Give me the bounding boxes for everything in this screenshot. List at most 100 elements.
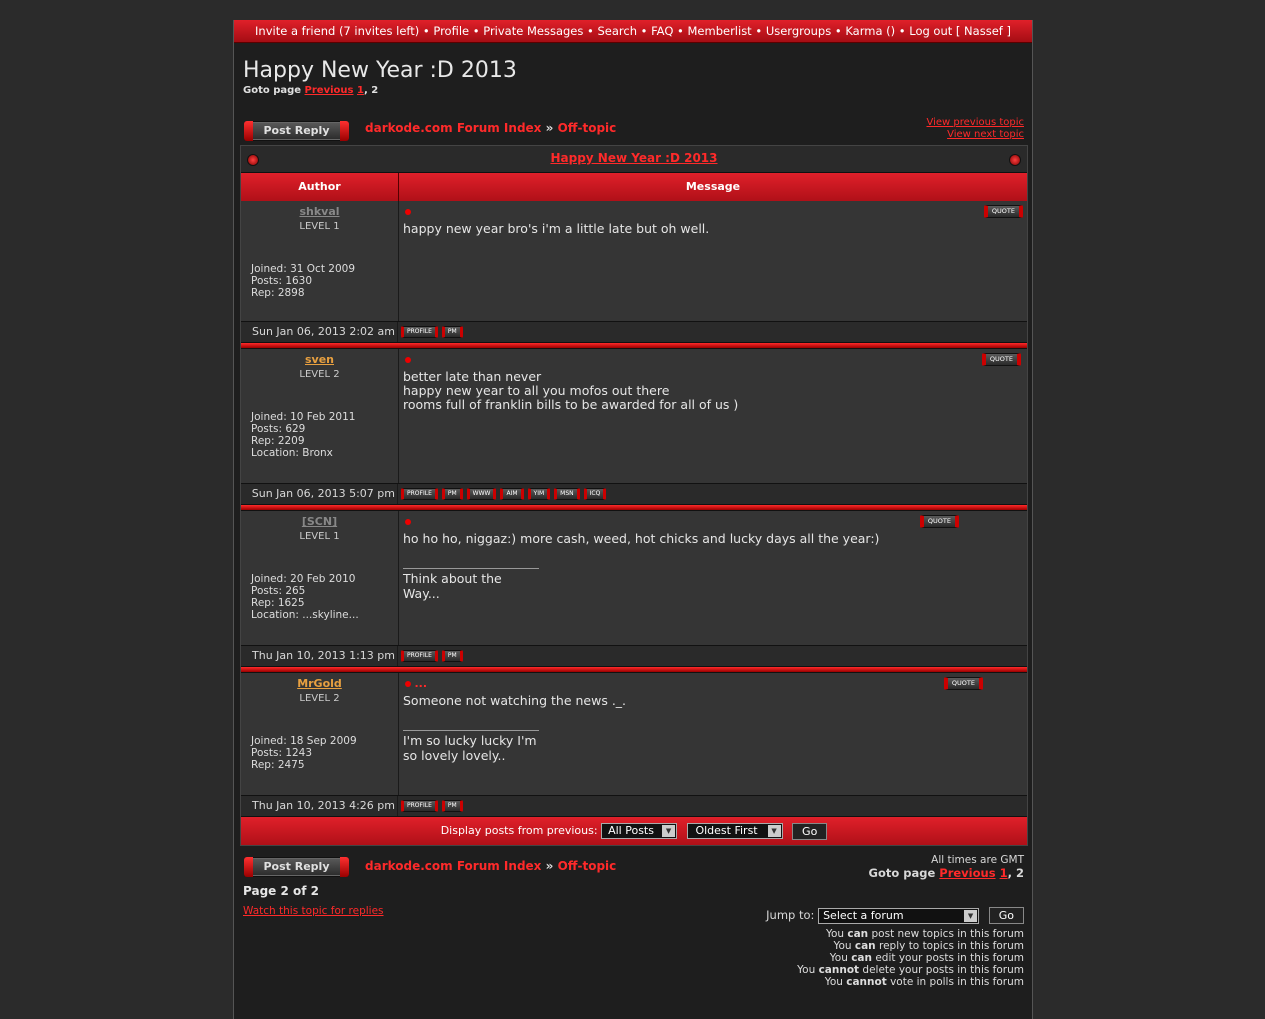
post-icq-button[interactable]: ICQ	[583, 488, 607, 500]
goto-page-bottom: Goto page Previous 1, 2	[868, 866, 1025, 880]
page-1-link-bottom[interactable]: 1	[1000, 866, 1008, 880]
nav-separator-icon: •	[751, 24, 766, 38]
author-posts: Posts: 629	[251, 423, 306, 435]
forum-index-link[interactable]: darkode.com Forum Index	[365, 121, 541, 135]
nav-link[interactable]: Log out [ Nassef ]	[909, 24, 1011, 38]
post-profile-button[interactable]: PROFILE	[401, 650, 438, 662]
post-message: ... Someone not watching the news ._. I'm …	[399, 673, 1027, 795]
nav-separator-icon: •	[469, 24, 484, 38]
nav-separator-icon: •	[583, 24, 598, 38]
author-posts: Posts: 1630	[251, 275, 313, 287]
author-posts: Posts: 265	[251, 585, 306, 597]
display-go-button[interactable]: Go	[792, 822, 828, 840]
nav-link[interactable]: Karma ()	[845, 24, 895, 38]
post: [SCN] LEVEL 1 Joined: 20 Feb 2010 Posts: 26…	[241, 511, 1027, 666]
quote-button[interactable]: QUOTE	[981, 353, 1021, 366]
post-contact-buttons: PROFILE PM	[398, 646, 466, 666]
author-posts: Posts: 1243	[251, 747, 313, 759]
signature: I'm so lucky lucky I'm so lovely lovely.…	[403, 730, 539, 763]
message-body: Someone not watching the news ._.	[403, 694, 1023, 708]
forum-permissions: You can post new topics in this forum You…	[797, 928, 1024, 988]
previous-page-link-bottom[interactable]: Previous	[939, 866, 995, 880]
post-footer: Thu Jan 10, 2013 1:13 pm PROFILE PM	[241, 645, 1027, 666]
post-pm-button[interactable]: PM	[441, 326, 463, 338]
forum-link-off-topic[interactable]: Off-topic	[558, 121, 617, 135]
post-contact-buttons: PROFILE PM	[398, 796, 466, 816]
message-line: happy new year bro's i'm a little late b…	[403, 221, 710, 236]
previous-page-link[interactable]: Previous	[305, 85, 354, 96]
author-username[interactable]: shkval	[241, 205, 398, 218]
post-reply-button-bottom[interactable]: Post Reply	[244, 857, 349, 877]
jump-go-button[interactable]: Go	[988, 907, 1024, 924]
author-username[interactable]: sven	[241, 353, 398, 366]
posts-range-select[interactable]: All Posts	[601, 823, 678, 839]
posts-list: shkval LEVEL 1 Joined: 31 Oct 2009 Posts: 1…	[241, 201, 1027, 816]
post-divider	[241, 666, 1027, 673]
author-username[interactable]: [SCN]	[241, 515, 398, 528]
message-line: rooms full of franklin bills to be award…	[403, 397, 739, 412]
message-line: Someone not watching the news ._.	[403, 693, 627, 708]
nav-link[interactable]: FAQ	[651, 24, 673, 38]
post-aim-button[interactable]: AIM	[500, 488, 524, 500]
nav-separator-icon: •	[637, 24, 652, 38]
post-pm-button[interactable]: PM	[441, 650, 463, 662]
post-author: sven LEVEL 2 Joined: 10 Feb 2011 Posts: 629…	[241, 349, 399, 483]
post-reply-button-top[interactable]: Post Reply	[244, 121, 349, 141]
nav-link[interactable]: Profile	[433, 24, 469, 38]
message-body: happy new year bro's i'm a little late b…	[403, 222, 1023, 236]
author-joined: Joined: 18 Sep 2009	[251, 735, 357, 747]
message-body: ho ho ho, niggaz:) more cash, weed, hot …	[403, 532, 1023, 546]
nav-separator-icon: •	[673, 24, 688, 38]
topic-title-link[interactable]: Happy New Year :D 2013	[550, 151, 717, 165]
post-pm-button[interactable]: PM	[441, 488, 463, 500]
view-next-topic-link[interactable]: View next topic	[926, 129, 1024, 141]
quote-button[interactable]: QUOTE	[919, 515, 959, 528]
sort-order-select[interactable]: Oldest First	[686, 823, 783, 839]
post-pm-button[interactable]: PM	[441, 800, 463, 812]
forum-index-link-bottom[interactable]: darkode.com Forum Index	[365, 859, 541, 873]
post-icon	[405, 681, 411, 687]
post-msn-button[interactable]: MSN	[554, 488, 580, 500]
author-stats: Joined: 31 Oct 2009 Posts: 1630 Rep: 2898	[251, 263, 355, 299]
jump-to-forum-select[interactable]: Select a forum	[818, 907, 980, 924]
quote-button[interactable]: QUOTE	[983, 205, 1023, 218]
post-author: MrGold LEVEL 2 Joined: 18 Sep 2009 Posts: 1…	[241, 673, 399, 795]
author-rep: Rep: 1625	[251, 597, 305, 609]
permission-line: You cannot vote in polls in this forum	[824, 976, 1024, 988]
nav-link[interactable]: Invite a friend (7 invites left)	[255, 24, 419, 38]
nav-link[interactable]: Memberlist	[688, 24, 752, 38]
post-profile-button[interactable]: PROFILE	[401, 326, 438, 338]
watch-topic-link[interactable]: Watch this topic for replies	[243, 905, 384, 917]
page-wrapper: Invite a friend (7 invites left) • Profi…	[233, 20, 1033, 1019]
message-line: better late than never	[403, 369, 542, 384]
topic-navigation: View previous topic View next topic	[926, 117, 1024, 141]
signature: Think about the Way...	[403, 568, 539, 601]
page-1-link[interactable]: 1	[357, 85, 364, 96]
permission-line: You can edit your posts in this forum	[829, 952, 1024, 964]
post-profile-button[interactable]: PROFILE	[401, 800, 438, 812]
post-contact-buttons: PROFILE PM	[398, 322, 466, 342]
author-level: LEVEL 1	[299, 221, 340, 232]
author-level: LEVEL 2	[299, 693, 340, 704]
post-divider	[241, 504, 1027, 511]
forum-link-off-topic-bottom[interactable]: Off-topic	[558, 859, 617, 873]
message-line: happy new year to all you mofos out ther…	[403, 383, 670, 398]
author-rep: Rep: 2898	[251, 287, 305, 299]
post-www-button[interactable]: WWW	[466, 488, 497, 500]
post-contact-buttons: PROFILE PM WWW AIM YIM MSN ICQ	[398, 484, 609, 504]
quote-button[interactable]: QUOTE	[943, 677, 983, 690]
author-stats: Joined: 18 Sep 2009 Posts: 1243 Rep: 2475	[251, 735, 357, 771]
post: MrGold LEVEL 2 Joined: 18 Sep 2009 Posts: 1…	[241, 673, 1027, 816]
author-joined: Joined: 20 Feb 2010	[251, 573, 356, 585]
nav-link[interactable]: Private Messages	[483, 24, 583, 38]
post-yim-button[interactable]: YIM	[527, 488, 551, 500]
post-profile-button[interactable]: PROFILE	[401, 488, 438, 500]
nav-separator-icon: •	[419, 24, 434, 38]
view-previous-topic-link[interactable]: View previous topic	[926, 117, 1024, 129]
post-date: Thu Jan 10, 2013 1:13 pm	[241, 646, 398, 666]
nav-link[interactable]: Usergroups	[766, 24, 831, 38]
author-joined: Joined: 10 Feb 2011	[251, 411, 356, 423]
page-of-label: Page 2 of 2	[243, 884, 319, 898]
nav-link[interactable]: Search	[597, 24, 637, 38]
author-username[interactable]: MrGold	[241, 677, 398, 690]
